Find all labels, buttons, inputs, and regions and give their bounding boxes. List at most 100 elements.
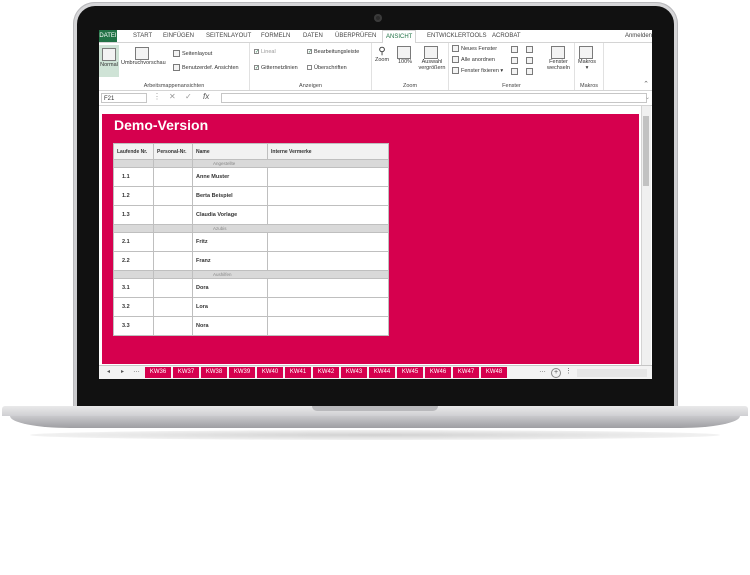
personal-nr-cell[interactable] — [153, 278, 193, 298]
tab-file[interactable]: DATEI — [99, 30, 117, 42]
gridlines-checkbox[interactable]: ✓ Gitternetzlinien — [254, 65, 298, 71]
ruler-checkbox[interactable]: ✓ Lineal — [254, 49, 276, 55]
new-window-button[interactable]: Neues Fenster — [452, 45, 497, 52]
collapse-ribbon-icon[interactable]: ⌃ — [643, 80, 649, 88]
zoom-button[interactable]: ⚲ Zoom — [375, 46, 389, 63]
notes-cell[interactable] — [267, 205, 389, 225]
next-sheet-icon[interactable]: ▸ — [121, 368, 124, 375]
confirm-icon[interactable]: ✓ — [185, 92, 192, 101]
sheet-tab[interactable]: KW40 — [257, 367, 283, 378]
personal-nr-cell[interactable] — [153, 186, 193, 206]
row-number[interactable]: 1.1 — [113, 167, 154, 187]
row-number[interactable]: 1.3 — [113, 205, 154, 225]
expand-formula-icon[interactable]: ⌄ — [645, 94, 650, 101]
name-cell[interactable]: Claudia Vorlage — [192, 205, 268, 225]
personal-nr-cell[interactable] — [153, 205, 193, 225]
new-window-label: Neues Fenster — [461, 45, 498, 52]
hide-button[interactable] — [511, 57, 520, 64]
sync-scroll-button[interactable] — [526, 57, 535, 64]
header-laufende-nr[interactable]: Laufende Nr. — [113, 143, 154, 160]
worksheet[interactable]: Demo-Version Laufende Nr. Personal-Nr. N… — [99, 106, 652, 365]
name-cell[interactable]: Lora — [192, 297, 268, 317]
name-cell[interactable]: Nora — [192, 316, 268, 336]
row-number[interactable]: 3.1 — [113, 278, 154, 298]
cancel-icon[interactable]: ✕ — [169, 92, 176, 101]
notes-cell[interactable] — [267, 316, 389, 336]
name-cell[interactable]: Fritz — [192, 232, 268, 252]
vertical-scroll-thumb[interactable] — [643, 116, 649, 186]
row-number[interactable]: 3.3 — [113, 316, 154, 336]
headings-checkbox[interactable]: Überschriften — [307, 65, 347, 71]
zoom-selection-button[interactable]: Auswahl vergrößern — [418, 46, 446, 71]
split-button[interactable] — [511, 46, 520, 53]
formula-input[interactable] — [221, 93, 647, 103]
name-cell[interactable]: Anne Muster — [192, 167, 268, 187]
notes-cell[interactable] — [267, 186, 389, 206]
arrange-all-button[interactable]: Alle anordnen — [452, 56, 495, 63]
more-sheets-right-icon[interactable]: … — [539, 367, 546, 374]
name-cell[interactable]: Franz — [192, 251, 268, 271]
notes-cell[interactable] — [267, 167, 389, 187]
tab-review[interactable]: ÜBERPRÜFEN — [332, 30, 379, 42]
macros-button[interactable]: Makros ▾ — [578, 46, 596, 71]
name-cell[interactable]: Berta Beispiel — [192, 186, 268, 206]
name-cell[interactable]: Dora — [192, 278, 268, 298]
personal-nr-cell[interactable] — [153, 297, 193, 317]
sheet-tab[interactable]: KW47 — [453, 367, 479, 378]
personal-nr-cell[interactable] — [153, 167, 193, 187]
sheet-tab[interactable]: KW41 — [285, 367, 311, 378]
tab-data[interactable]: DATEN — [300, 30, 326, 42]
reset-position-button[interactable] — [526, 68, 535, 75]
sheet-tab[interactable]: KW45 — [397, 367, 423, 378]
notes-cell[interactable] — [267, 251, 389, 271]
tab-acrobat[interactable]: ACROBAT — [489, 30, 524, 42]
name-box[interactable]: F21 — [101, 93, 147, 103]
custom-views-button[interactable]: Benutzerdef. Ansichten — [173, 64, 239, 71]
header-name[interactable]: Name — [192, 143, 268, 160]
tab-splitter-icon[interactable]: ⋮ — [565, 367, 572, 375]
tab-developer[interactable]: ENTWICKLERTOOLS — [424, 30, 489, 42]
personal-nr-cell[interactable] — [153, 251, 193, 271]
more-sheets-left-icon[interactable]: … — [133, 367, 140, 374]
normal-view-button[interactable]: Normal — [99, 45, 119, 77]
header-vermerke[interactable]: Interne Vermerke — [267, 143, 389, 160]
pagelayout-button[interactable]: Seitenlayout — [173, 50, 212, 57]
add-sheet-icon[interactable]: + — [551, 368, 561, 378]
notes-cell[interactable] — [267, 278, 389, 298]
function-icon[interactable]: fx — [203, 92, 209, 101]
side-by-side-button[interactable] — [526, 46, 535, 53]
notes-cell[interactable] — [267, 297, 389, 317]
vertical-scrollbar[interactable] — [641, 106, 651, 365]
tab-pagelayout[interactable]: SEITENLAYOUT — [203, 30, 254, 42]
unhide-button[interactable] — [511, 68, 520, 75]
sheet-tab[interactable]: KW38 — [201, 367, 227, 378]
row-number[interactable]: 3.2 — [113, 297, 154, 317]
horizontal-scrollbar[interactable] — [577, 369, 647, 377]
row-number[interactable]: 2.2 — [113, 251, 154, 271]
sheet-tab[interactable]: KW46 — [425, 367, 451, 378]
personal-nr-cell[interactable] — [153, 232, 193, 252]
header-personal-nr[interactable]: Personal-Nr. — [153, 143, 193, 160]
zoom-100-button[interactable]: 100% — [397, 46, 413, 65]
tab-start[interactable]: START — [130, 30, 155, 42]
tab-insert[interactable]: EINFÜGEN — [160, 30, 197, 42]
formulabar-checkbox[interactable]: ✓ Bearbeitungsleiste — [307, 49, 359, 55]
sheet-tab[interactable]: KW44 — [369, 367, 395, 378]
signin-link[interactable]: Anmelden — [625, 30, 652, 42]
prev-sheet-icon[interactable]: ◂ — [107, 368, 110, 375]
sheet-tab-active[interactable]: KW48 — [481, 367, 507, 379]
notes-cell[interactable] — [267, 232, 389, 252]
sheet-tab[interactable]: KW39 — [229, 367, 255, 378]
sheet-tab[interactable]: KW42 — [313, 367, 339, 378]
row-number[interactable]: 2.1 — [113, 232, 154, 252]
sheet-tab[interactable]: KW43 — [341, 367, 367, 378]
tab-formulas[interactable]: FORMELN — [258, 30, 293, 42]
row-number[interactable]: 1.2 — [113, 186, 154, 206]
freeze-panes-button[interactable]: Fenster fixieren ▾ — [452, 67, 503, 74]
switch-windows-button[interactable]: Fenster wechseln — [545, 46, 572, 71]
personal-nr-cell[interactable] — [153, 316, 193, 336]
sheet-tab[interactable]: KW37 — [173, 367, 199, 378]
sheet-tab[interactable]: KW36 — [145, 367, 171, 378]
pagebreak-view-button[interactable]: Umbruchvorschau — [121, 47, 166, 66]
tab-view[interactable]: ANSICHT — [382, 30, 417, 44]
